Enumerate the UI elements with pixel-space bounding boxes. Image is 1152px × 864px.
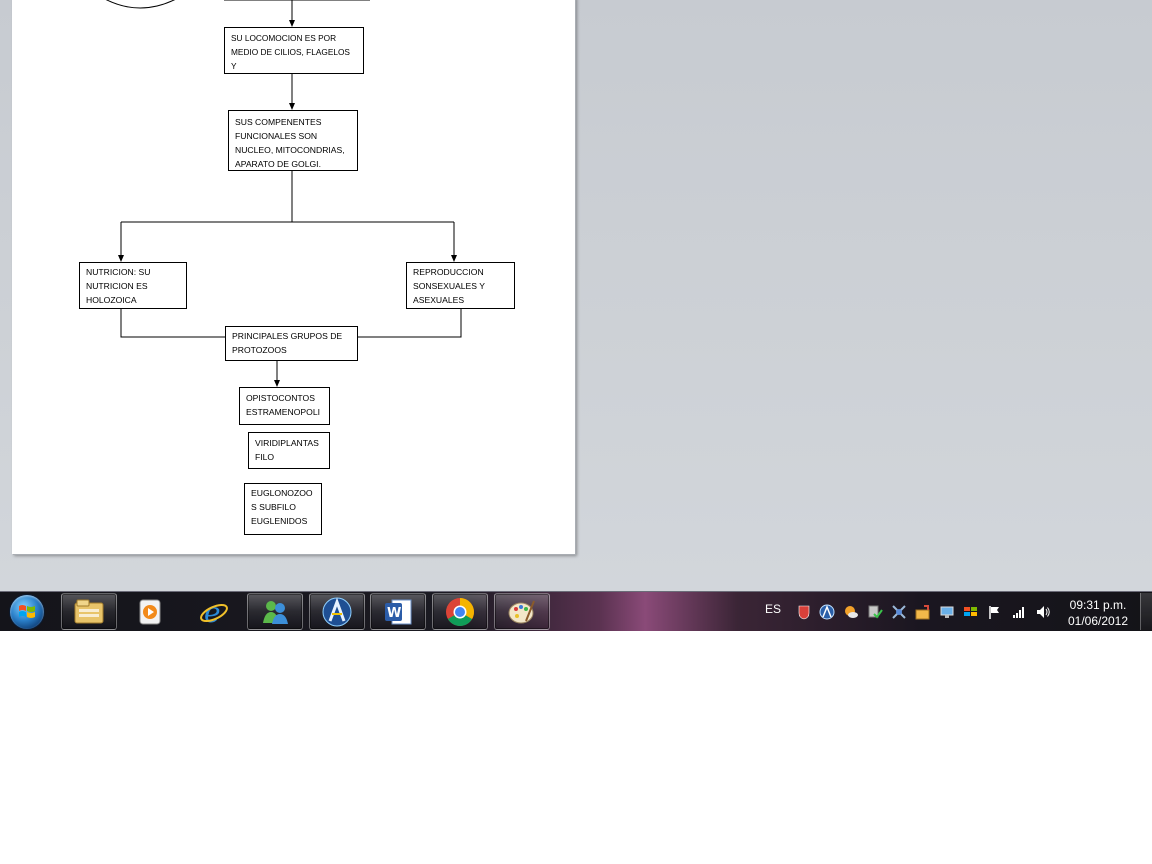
node-grupos[interactable]: PRINCIPALES GRUPOS DE PROTOZOOS (225, 326, 358, 361)
taskbar-ie-button[interactable]: e (186, 593, 242, 630)
taskbar-explorer-button[interactable] (61, 593, 117, 630)
node-locomocion[interactable]: SU LOCOMOCION ES POR MEDIO DE CILIOS, FL… (224, 27, 364, 74)
taskbar-media-player-button[interactable] (122, 593, 178, 630)
shield-icon[interactable] (796, 604, 812, 620)
language-indicator[interactable]: ES (765, 602, 781, 616)
node-reproduccion[interactable]: REPRODUCCION SONSEXUALES Y ASEXUALES (406, 262, 515, 309)
clock[interactable]: 09:31 p.m. 01/06/2012 (1062, 597, 1134, 629)
svg-text:e: e (204, 596, 221, 628)
taskbar-messenger-button[interactable] (247, 593, 303, 630)
weather-icon[interactable] (843, 604, 859, 620)
folder-share-icon[interactable] (915, 604, 931, 620)
node-nutricion[interactable]: NUTRICION: SU NUTRICION ES HOLOZOICA (79, 262, 187, 309)
word-icon: W (385, 599, 412, 624)
arc-tray-icon[interactable] (819, 604, 835, 620)
node-viridiplantas[interactable]: VIRIDIPLANTAS FILO (248, 432, 330, 469)
action-center-flag-icon[interactable] (987, 604, 1003, 620)
windows-flag-icon[interactable] (963, 604, 979, 620)
display-icon[interactable] (939, 604, 955, 620)
show-desktop-button[interactable] (1140, 593, 1152, 630)
paint-palette-icon (508, 600, 535, 623)
chrome-icon (446, 597, 474, 626)
messenger-icon (263, 600, 288, 624)
ie-icon: e (200, 596, 228, 628)
windows-logo-icon (10, 595, 44, 629)
node-opistocontos[interactable]: OPISTOCONTOS ESTRAMENOPOLI (239, 387, 330, 425)
taskbar-chrome-button[interactable] (432, 593, 488, 630)
taskbar-arc-button[interactable] (309, 593, 365, 630)
security-check-icon[interactable] (867, 604, 883, 620)
media-player-icon (139, 599, 161, 624)
svg-text:W: W (387, 606, 401, 621)
node-componentes[interactable]: SUS COMPENENTES FUNCIONALES SON NUCLEO, … (228, 110, 358, 171)
taskbar-word-button[interactable]: W (370, 593, 426, 630)
node-euglenozoos[interactable]: EUGLONOZOO S SUBFILO EUGLENIDOS (244, 483, 322, 535)
speaker-icon[interactable] (1035, 604, 1051, 620)
folder-icon (74, 599, 104, 623)
taskbar: e W ES 09:31 p.m. 01/06/2012 (0, 591, 1152, 631)
arc-logo-icon (322, 597, 352, 626)
network-tool-icon[interactable] (891, 604, 907, 620)
start-button[interactable] (6, 594, 48, 630)
clock-date: 01/06/2012 (1067, 614, 1129, 628)
clock-time: 09:31 p.m. (1069, 598, 1127, 612)
taskbar-paint-button[interactable] (494, 593, 550, 630)
signal-icon[interactable] (1011, 604, 1027, 620)
